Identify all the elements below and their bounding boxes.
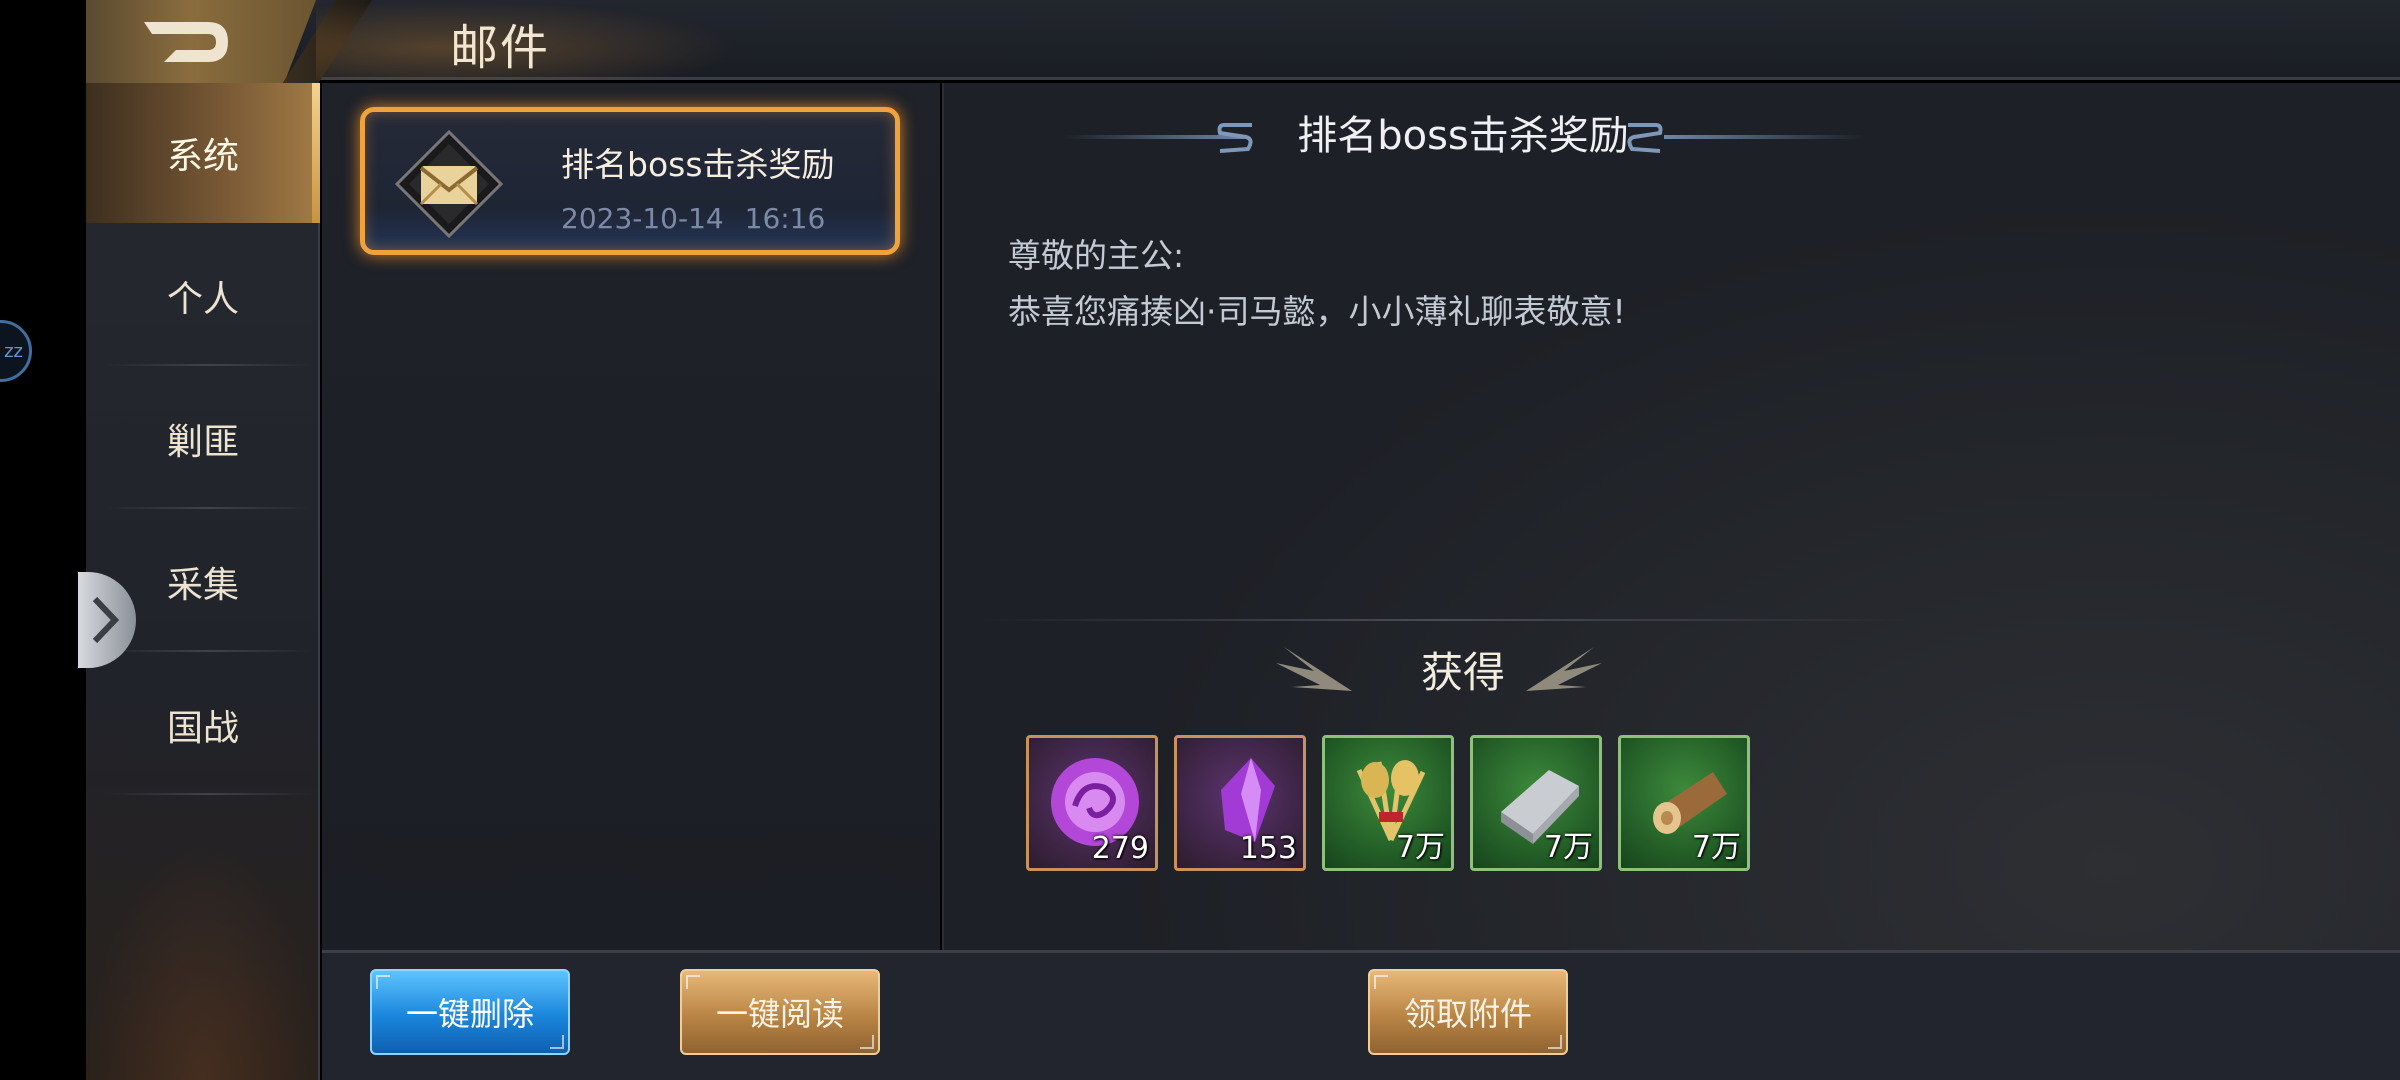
mail-list-item[interactable]: 排名boss击杀奖励 2023-10-14 16:16 xyxy=(360,107,900,255)
page-title: 邮件 xyxy=(450,20,551,76)
badge-text: zz xyxy=(4,340,23,362)
category-sidebar: 系统 个人 剿匪 采集 国战 xyxy=(86,83,320,1080)
scroll-hook-icon xyxy=(1217,123,1253,153)
sidebar-ember-decoration xyxy=(86,840,320,1080)
sidebar-item-national-war[interactable]: 国战 xyxy=(86,655,320,795)
floating-assistant-badge[interactable]: zz xyxy=(0,320,32,382)
detail-title-bar: 排名boss击杀奖励 xyxy=(944,101,1944,171)
read-all-button[interactable]: 一键阅读 xyxy=(680,969,880,1055)
reward-quantity: 7万 xyxy=(1543,830,1593,865)
corner-ornament xyxy=(860,1035,874,1049)
back-button[interactable] xyxy=(86,0,316,84)
corner-ornament xyxy=(1374,975,1388,989)
corner-ornament xyxy=(550,1035,564,1049)
reward-quantity: 279 xyxy=(1091,831,1149,866)
reward-quantity: 153 xyxy=(1239,831,1297,866)
mail-detail: 排名boss击杀奖励 尊敬的主公: 恭喜您痛揍凶·司马懿，小小薄礼聊表敬意! 获… xyxy=(942,83,2400,951)
button-label: 一键阅读 xyxy=(715,995,844,1033)
action-bar: 一键删除 一键阅读 领取附件 xyxy=(322,950,2400,1080)
mail-screen: zz 邮件 系统 个人 剿匪 采集 国战 排名boss击杀奖励 2023-10-… xyxy=(0,0,2400,1080)
corner-ornament xyxy=(1548,1035,1562,1049)
mail-list: 排名boss击杀奖励 2023-10-14 16:16 xyxy=(322,83,940,951)
rewards-header: 获得 xyxy=(944,633,1944,713)
sidebar-item-label: 国战 xyxy=(166,708,239,749)
sidebar-item-system[interactable]: 系统 xyxy=(86,83,320,223)
corner-ornament xyxy=(686,975,700,989)
reward-quantity: 7万 xyxy=(1691,830,1741,865)
button-label: 一键删除 xyxy=(405,995,534,1033)
divider xyxy=(104,793,314,795)
divider xyxy=(104,650,314,652)
reward-item[interactable]: 153 xyxy=(1174,735,1306,871)
scroll-hook-icon xyxy=(1627,123,1663,153)
header-bar: 邮件 xyxy=(86,0,2400,84)
delete-all-button[interactable]: 一键删除 xyxy=(370,969,570,1055)
rewards-label: 获得 xyxy=(1420,648,1505,697)
reward-item[interactable]: 7万 xyxy=(1322,735,1454,871)
reward-items: 279 153 7万 7万 7万 xyxy=(1026,735,1750,871)
reward-item[interactable]: 7万 xyxy=(1618,735,1750,871)
sidebar-item-label: 采集 xyxy=(166,565,239,606)
button-label: 领取附件 xyxy=(1403,995,1532,1033)
wing-left-icon xyxy=(1276,647,1352,691)
sidebar-item-bandits[interactable]: 剿匪 xyxy=(86,369,320,509)
back-arrow-icon xyxy=(144,22,228,62)
mail-title: 排名boss击杀奖励 xyxy=(561,145,835,184)
envelope-icon xyxy=(395,130,503,238)
sidebar-item-label: 系统 xyxy=(166,136,239,177)
sidebar-item-personal[interactable]: 个人 xyxy=(86,226,320,366)
reward-quantity: 7万 xyxy=(1395,830,1445,865)
mail-greeting: 尊敬的主公: xyxy=(1008,236,1185,275)
wing-right-icon xyxy=(1526,647,1602,691)
chevron-right-icon xyxy=(92,596,120,644)
reward-item[interactable]: 279 xyxy=(1026,735,1158,871)
divider xyxy=(104,507,314,509)
sidebar-item-label: 个人 xyxy=(166,279,239,320)
corner-ornament xyxy=(376,975,390,989)
sidebar-item-label: 剿匪 xyxy=(166,422,239,463)
claim-attachment-button[interactable]: 领取附件 xyxy=(1368,969,1568,1055)
divider xyxy=(104,364,314,366)
divider xyxy=(974,619,1914,621)
mail-body: 恭喜您痛揍凶·司马懿，小小薄礼聊表敬意! xyxy=(1008,292,1626,331)
reward-item[interactable]: 7万 xyxy=(1470,735,1602,871)
title-line-decoration xyxy=(1664,135,1864,139)
mail-date: 2023-10-14 16:16 xyxy=(561,202,826,235)
detail-title: 排名boss击杀奖励 xyxy=(1297,113,1629,159)
